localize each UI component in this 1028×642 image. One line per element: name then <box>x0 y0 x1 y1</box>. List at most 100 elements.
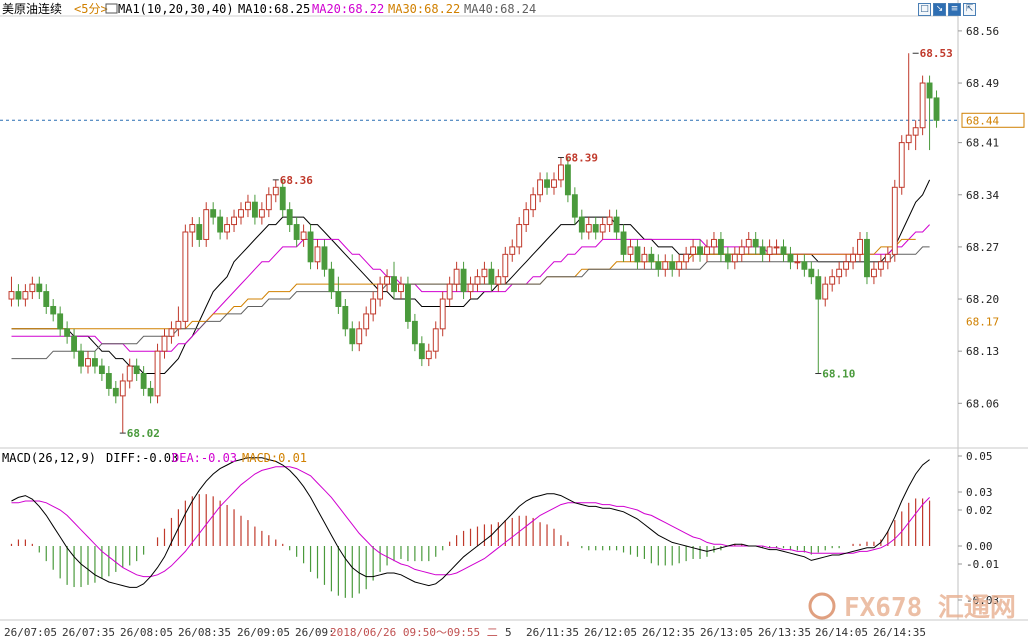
extra-price-label: 68.17 <box>966 315 999 328</box>
collapse-icon[interactable]: ⇱ <box>963 3 976 16</box>
candle-body <box>349 328 356 345</box>
candle-body <box>314 246 321 263</box>
candle-body <box>217 216 224 233</box>
candle-body <box>898 142 905 188</box>
candle-body <box>307 231 314 263</box>
ma-value-label: MA40:68.24 <box>464 2 536 16</box>
candle-body <box>446 283 453 300</box>
candle-body <box>342 305 349 330</box>
main-panel <box>0 0 1028 621</box>
candle-body <box>641 253 648 263</box>
candle-body <box>669 261 676 270</box>
x-tick-label: 26/13:35 <box>758 626 811 639</box>
candle-body <box>780 246 787 255</box>
candle-body <box>655 261 662 270</box>
candle-body <box>404 283 411 322</box>
candle-body <box>321 246 328 270</box>
y-tick-label: 68.06 <box>966 397 999 410</box>
candle-body <box>279 186 286 211</box>
candle-body <box>933 97 940 121</box>
watermark: FX678 汇通网 <box>808 592 1016 623</box>
annotation-label: 68.02 <box>127 427 160 440</box>
x-tick-label: 2018/06/26 09:50～09:55 二 <box>330 626 498 639</box>
candle-body <box>168 328 175 337</box>
candle-body <box>203 209 210 240</box>
candle-body <box>766 246 773 255</box>
macd-y-tick-label: 0.05 <box>966 450 993 463</box>
candle-body <box>231 216 237 226</box>
candle-body <box>384 276 390 285</box>
candle-body <box>439 298 446 330</box>
macd-label: MACD(26,12,9) <box>2 451 96 465</box>
watermark-text: FX678 汇通网 <box>844 593 1016 623</box>
candle-body <box>495 276 502 285</box>
x-tick-label: 26/07:35 <box>62 626 115 639</box>
candle-body <box>578 216 585 233</box>
candle-body <box>474 276 481 285</box>
candle-body <box>377 283 384 300</box>
candle-body <box>606 216 613 226</box>
expand-icon[interactable]: ↘ <box>933 3 946 16</box>
candle-body <box>22 291 29 300</box>
candle-body <box>43 291 50 307</box>
candle-body <box>599 224 606 233</box>
candle-body <box>238 209 244 218</box>
candle-body <box>808 268 815 278</box>
candle-body <box>787 253 794 263</box>
candle-body <box>738 246 745 255</box>
candle-body <box>564 164 571 196</box>
macd-y-tick-label: 0.03 <box>966 486 993 499</box>
diff-line <box>11 457 930 588</box>
y-tick-label: 68.13 <box>966 345 999 358</box>
candle-body <box>857 238 863 255</box>
square-icon[interactable]: □ <box>918 3 931 16</box>
y-tick-label: 68.56 <box>966 25 999 38</box>
candle-body <box>523 209 530 226</box>
annotation-label: 68.10 <box>822 368 855 381</box>
y-tick-label: 68.34 <box>966 189 999 202</box>
candle-body <box>752 238 759 248</box>
x-tick-label: 26/12:05 <box>584 626 637 639</box>
candle-body <box>133 365 140 375</box>
toolbar: □ ↘ ≡ ⇱ <box>918 3 976 16</box>
candle-body <box>571 194 578 218</box>
candle-body <box>627 246 634 255</box>
chart-title: 美原油连续 <box>2 1 62 16</box>
candle-body <box>147 387 154 397</box>
dea-label: DEA:-0.03 <box>172 451 237 465</box>
chart-header: 美原油连续 <5分> MA1(10,20,30,40) MA10:68.25 MA20:… <box>2 1 536 465</box>
diff-label: DIFF:-0.03 <box>106 451 178 465</box>
candle-body <box>105 373 112 389</box>
candle-body <box>551 179 557 188</box>
candle-body <box>711 238 717 248</box>
candle-body <box>488 268 495 285</box>
candle-body <box>432 328 439 352</box>
candle-body <box>126 365 133 382</box>
candle-body <box>724 253 731 263</box>
list-icon[interactable]: ≡ <box>948 3 961 16</box>
macd-panel <box>10 457 931 598</box>
candle-body <box>182 231 189 322</box>
y-tick-label: 68.41 <box>966 137 999 150</box>
current-price-label: 68.44 <box>966 114 999 127</box>
candle-body <box>585 224 592 233</box>
candle-body <box>98 365 105 375</box>
candle-body <box>794 261 801 264</box>
candle-body <box>286 209 293 226</box>
candle-body <box>704 246 710 255</box>
candle-body <box>676 261 683 270</box>
candle-body <box>634 246 641 263</box>
candle-body <box>92 358 98 367</box>
macd-y-tick-label: 0.00 <box>966 540 993 553</box>
x-tick-label: 26/14:05 <box>815 626 868 639</box>
candle-body <box>836 268 843 278</box>
candle-body <box>300 231 307 240</box>
candle-body <box>29 283 36 293</box>
candle-body <box>370 298 377 315</box>
candle-body <box>773 246 780 249</box>
candle-body <box>843 261 850 270</box>
candle-body <box>926 82 933 99</box>
candle-body <box>411 320 418 345</box>
candle-body <box>8 291 15 300</box>
candle-body <box>112 387 119 397</box>
